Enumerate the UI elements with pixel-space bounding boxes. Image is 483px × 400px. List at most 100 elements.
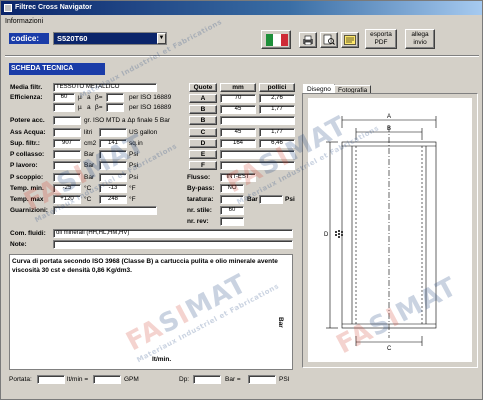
- taratura-bar-field[interactable]: [220, 195, 244, 204]
- p-collasso-unit-2: Psi: [129, 151, 139, 158]
- menu-bar: Informazioni: [1, 15, 482, 28]
- p-collasso-bar-field[interactable]: [53, 150, 81, 159]
- title-bar[interactable]: Filtrec Cross Navigator: [1, 1, 482, 15]
- quote-key-a: A: [189, 94, 217, 103]
- eff1-mu: µ: [78, 94, 82, 101]
- quote-e-value[interactable]: [220, 150, 295, 159]
- sup-unit-1: cm2: [84, 140, 97, 147]
- rev-field[interactable]: [220, 217, 244, 226]
- p-scoppio-psi-field[interactable]: [99, 173, 127, 182]
- com-fluidi-label: Com. fluidi:: [10, 230, 46, 237]
- media-field[interactable]: TESSUTO METALLICO: [53, 83, 157, 92]
- ass-acqua-gallon-field[interactable]: [99, 128, 127, 137]
- beta-2-field[interactable]: [106, 103, 124, 112]
- p-scoppio-label: P scoppio:: [10, 174, 44, 181]
- language-italian-button[interactable]: [261, 30, 291, 49]
- p-scoppio-unit-2: Psi: [129, 174, 139, 181]
- sup-filtr-label: Sup. filtr.:: [10, 140, 40, 147]
- efficienza-2-field[interactable]: [53, 103, 75, 112]
- taratura-psi-field[interactable]: [259, 195, 283, 204]
- note-label: Note:: [10, 241, 27, 248]
- sup-sqin-field[interactable]: 141: [99, 139, 127, 148]
- quote-a-mm[interactable]: 70: [220, 94, 256, 103]
- note-field[interactable]: [53, 240, 293, 249]
- guarnizioni-field[interactable]: [53, 206, 157, 215]
- temp-max-c-field[interactable]: +120: [53, 195, 81, 204]
- p-lavoro-unit-2: Psi: [129, 162, 139, 169]
- window-title: Filtrec Cross Navigator: [15, 4, 93, 11]
- portata-field[interactable]: [37, 375, 65, 384]
- filter-drawing: A B D C: [308, 98, 472, 362]
- ltmin-label: lt/min =: [67, 376, 89, 383]
- quote-b-mm[interactable]: 45: [220, 105, 256, 114]
- psi-field[interactable]: [248, 375, 276, 384]
- stile-field[interactable]: 60: [220, 206, 244, 215]
- p-lavoro-bar-field[interactable]: [53, 161, 81, 170]
- flusso-label: Flusso:: [187, 174, 211, 181]
- ass-acqua-label: Ass Acqua:: [10, 129, 46, 136]
- chevron-down-icon[interactable]: ▼: [157, 33, 166, 44]
- beta-1-field[interactable]: [106, 93, 124, 102]
- quote-c-mm[interactable]: 45: [220, 128, 256, 137]
- attach-send-button[interactable]: allega invio: [405, 29, 435, 49]
- quote-b2-value[interactable]: [220, 116, 295, 125]
- media-label: Media filtr.: [10, 84, 43, 91]
- temp-min-c-field[interactable]: -25: [53, 184, 81, 193]
- quote-d-mm[interactable]: 164: [220, 139, 256, 148]
- italian-flag-icon: [266, 34, 288, 46]
- p-scoppio-bar-field[interactable]: [53, 173, 81, 182]
- curve-xlabel: lt/min.: [152, 356, 172, 363]
- portata-label: Portata:: [9, 376, 32, 383]
- bar-label: Bar =: [225, 376, 241, 383]
- com-fluidi-field[interactable]: oli minerali (HH,HL,HM,HV): [53, 229, 293, 238]
- drawing-panel: A B D C: [302, 93, 478, 368]
- notes-button[interactable]: [341, 32, 359, 48]
- sup-unit-2: sq.in: [129, 140, 143, 147]
- gpm-field[interactable]: [93, 375, 121, 384]
- sup-cm2-field[interactable]: 907: [53, 139, 81, 148]
- quote-b-in[interactable]: 1,77: [259, 105, 295, 114]
- flusso-field[interactable]: INT-EST: [220, 173, 256, 182]
- eff1-std: per ISO 16889: [129, 94, 172, 101]
- temp-max-c-unit: °C: [84, 196, 92, 203]
- p-lavoro-psi-field[interactable]: [99, 161, 127, 170]
- eff2-a: a: [87, 104, 91, 111]
- quote-a-in[interactable]: 2,76: [259, 94, 295, 103]
- taratura-unit-2: Psi: [285, 196, 295, 203]
- bypass-field[interactable]: NO: [220, 184, 244, 193]
- export-pdf-button[interactable]: esporta PDF: [365, 29, 397, 49]
- potere-field[interactable]: [53, 116, 81, 125]
- quote-key-c: C: [189, 128, 217, 137]
- dim-label-b: B: [387, 126, 391, 132]
- p-collasso-unit-1: Bar: [84, 151, 95, 158]
- quote-d-in[interactable]: 6,46: [259, 139, 295, 148]
- magnifier-page-icon: [323, 34, 335, 45]
- psi-label: PSI: [279, 376, 290, 383]
- efficienza-1-field[interactable]: 60: [53, 93, 75, 102]
- quote-c-in[interactable]: 1,77: [259, 128, 295, 137]
- temp-min-f-field[interactable]: -13: [99, 184, 127, 193]
- print-button[interactable]: [299, 32, 317, 48]
- quote-key-b2: B: [189, 116, 217, 125]
- p-collasso-psi-field[interactable]: [99, 150, 127, 159]
- quote-f-value[interactable]: [220, 161, 295, 170]
- ass-unit-1: litri: [84, 129, 93, 136]
- quote-col-pollici: pollici: [259, 83, 295, 92]
- menu-informazioni[interactable]: Informazioni: [5, 18, 43, 25]
- dp-field[interactable]: [193, 375, 221, 384]
- curve-description: Curva di portata secondo ISO 3968 (Class…: [12, 258, 278, 274]
- codice-value: S520T60: [57, 34, 88, 43]
- potere-note: gr. ISO MTD a Δp finale 5 Bar: [84, 117, 170, 124]
- p-collasso-label: P collasso:: [10, 151, 45, 158]
- status-bar: Portata: lt/min = GPM Dp: Bar = PSI: [1, 372, 482, 386]
- preview-button[interactable]: [320, 32, 338, 48]
- ass-acqua-litri-field[interactable]: [53, 128, 81, 137]
- quote-key-f: F: [189, 161, 217, 170]
- quote-header: Quote: [189, 83, 217, 92]
- temp-max-f-field[interactable]: 248: [99, 195, 127, 204]
- quote-col-mm: mm: [220, 83, 256, 92]
- codice-select[interactable]: S520T60: [53, 32, 167, 45]
- curve-ylabel: Bar: [277, 317, 284, 328]
- attach-send-label-2: invio: [413, 39, 427, 46]
- temp-max-label: Temp. max: [10, 196, 44, 203]
